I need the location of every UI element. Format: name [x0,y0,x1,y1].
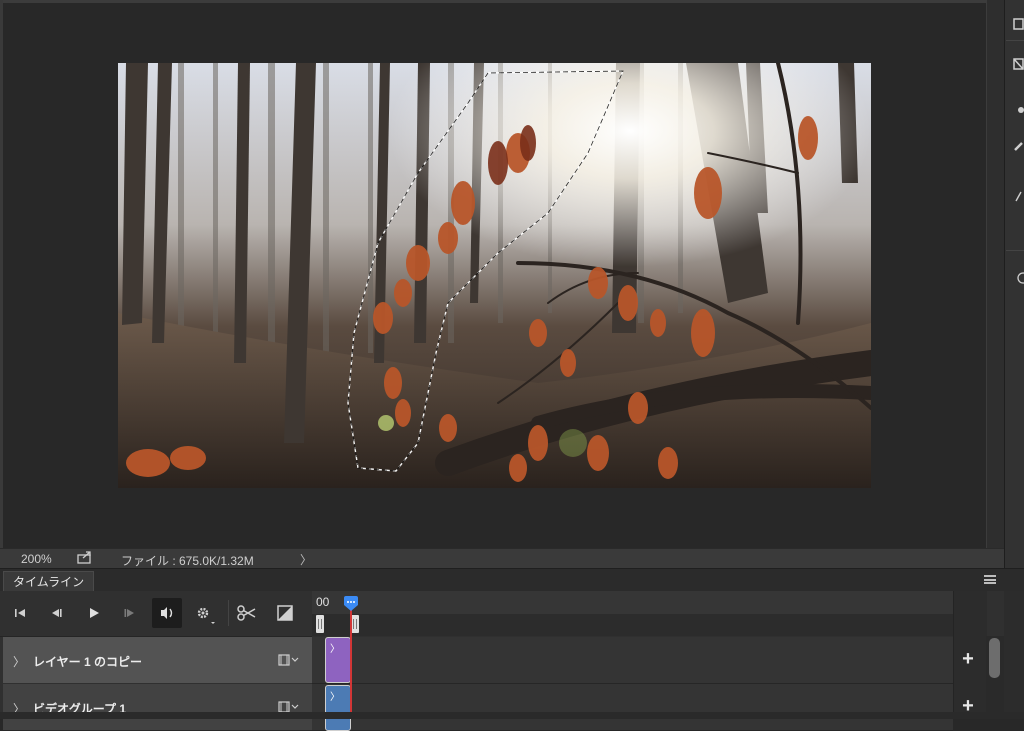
panel-menu-icon[interactable] [984,575,996,585]
panel-separator [1006,250,1024,251]
zoom-level[interactable]: 200% [21,552,52,566]
document-image[interactable] [118,63,871,488]
time-ruler[interactable] [312,591,953,614]
clip-chevron-icon: 〉 [330,692,340,703]
expand-chevron-icon[interactable]: 〉 [13,653,25,670]
canvas-vertical-scrollbar[interactable] [986,0,1005,568]
previous-frame-icon[interactable] [44,601,68,625]
video-clip[interactable]: 〉 [325,685,351,731]
timeline-scrollbar-thumb[interactable] [989,638,1000,678]
clip-chevron-icon: 〉 [330,644,340,655]
timeline-panel-header: タイムライン [0,568,1024,593]
tab-timeline[interactable]: タイムライン [3,571,95,593]
work-area-end-handle[interactable] [351,615,359,633]
timeline-bottom-bar [0,712,1024,719]
transition-icon[interactable] [273,601,297,625]
track-row[interactable] [312,684,953,731]
brush-icon[interactable] [1013,140,1024,152]
status-menu-arrow[interactable]: 〉 [300,551,312,568]
add-media-button[interactable]: + [960,649,976,669]
status-bar: 200% ファイル : 675.0K/1.32M 〉 [0,548,1004,569]
video-clip[interactable]: 〉 [325,637,351,683]
properties-icon[interactable] [1013,58,1024,70]
work-area-bar[interactable] [312,614,953,636]
export-icon[interactable] [77,551,93,564]
panel-separator [1006,40,1024,41]
work-area-start-handle[interactable] [316,615,324,633]
file-size-info: ファイル : 675.0K/1.32M [121,554,254,568]
audio-icon[interactable] [152,598,182,628]
timeline-right-edge [1004,591,1024,719]
layer-row[interactable]: 〉 レイヤー 1 のコピー [3,637,312,683]
playhead-line [350,610,352,719]
history-icon[interactable] [1013,18,1024,30]
canvas-edge-left [0,0,3,548]
layer-name: レイヤー 1 のコピー [33,655,142,669]
split-scissors-icon[interactable] [235,601,259,625]
settings-icon[interactable] [192,601,216,625]
playhead-marker[interactable] [343,596,359,612]
track-row[interactable] [312,637,953,684]
adjust-icon[interactable] [1013,104,1024,116]
next-frame-icon[interactable] [118,601,142,625]
film-strip-icon[interactable] [278,654,300,666]
canvas-edge [0,0,986,3]
layer-row[interactable]: 〉 ビデオグループ 1 [3,684,312,730]
time-label: 00 [316,595,330,609]
libraries-icon[interactable] [1013,272,1024,284]
go-to-first-frame-icon[interactable] [8,601,32,625]
swatches-icon[interactable] [1013,190,1024,202]
controls-separator [228,600,229,626]
play-icon[interactable] [82,601,106,625]
collapsed-panel-strip [1004,0,1024,568]
